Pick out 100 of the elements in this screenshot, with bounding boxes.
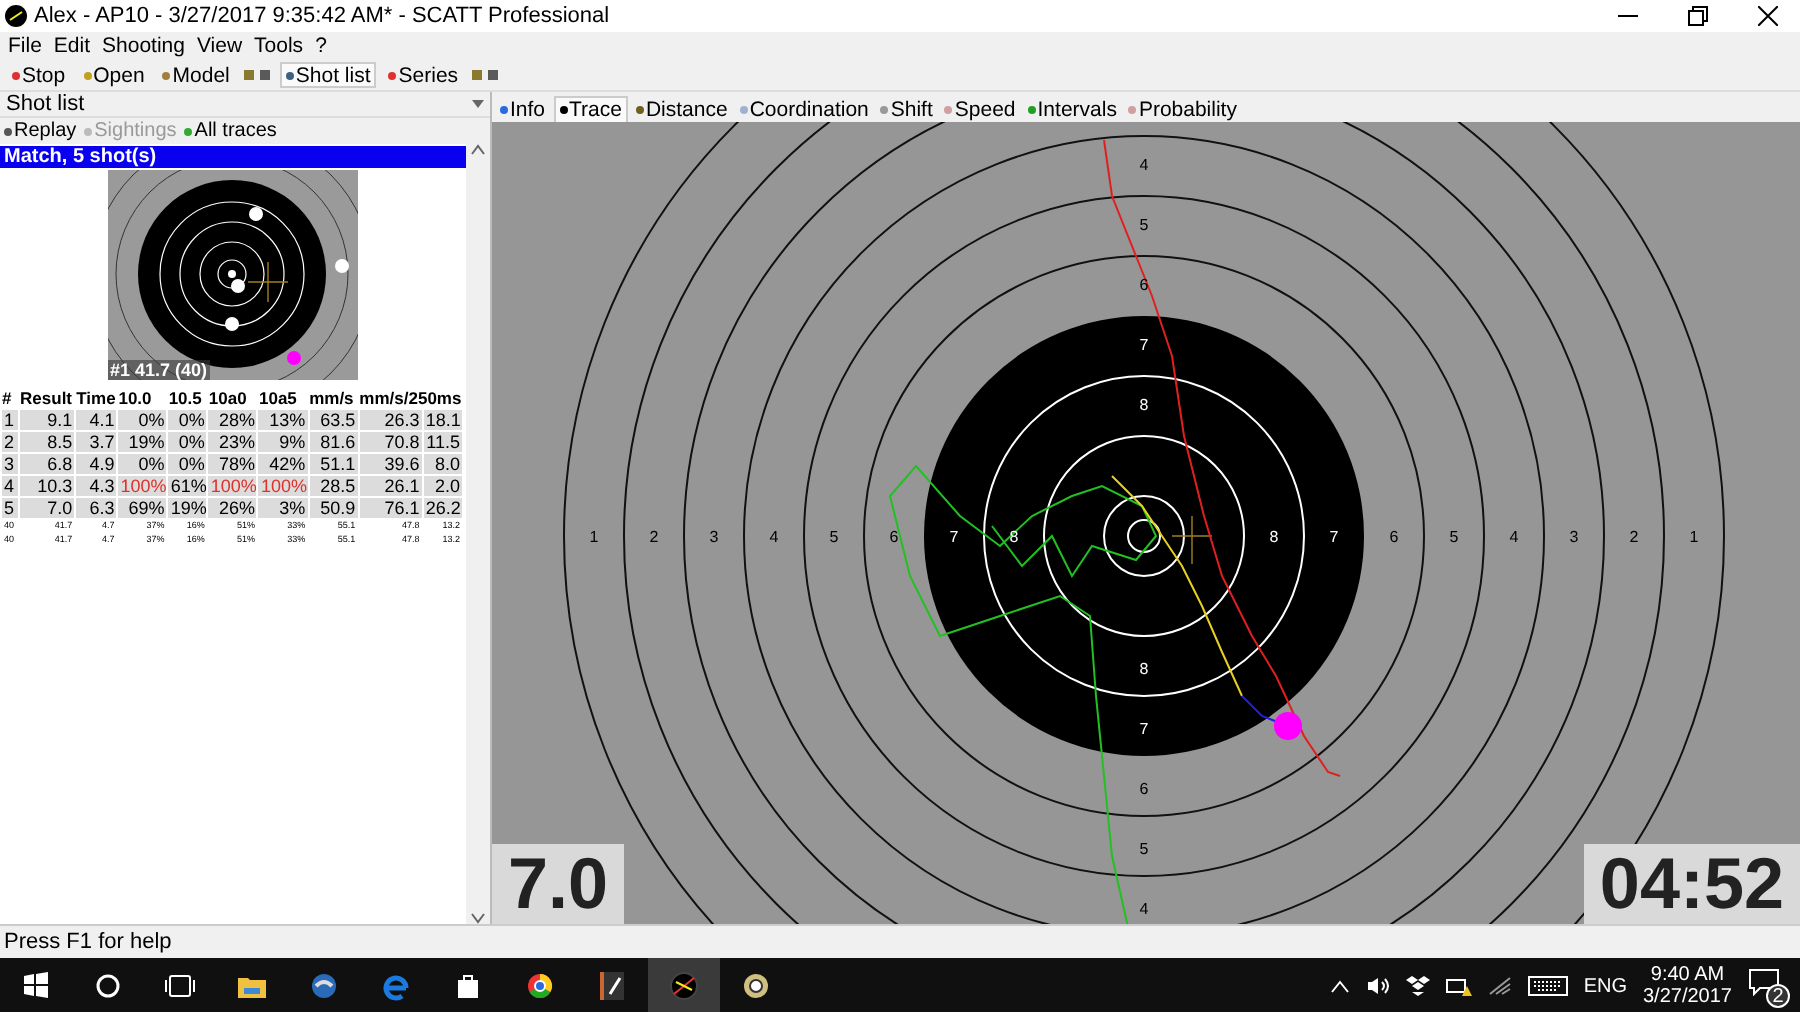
menu-item[interactable]: Shooting (102, 34, 185, 58)
table-cell: 100% (208, 476, 257, 496)
tab-dot-icon (500, 105, 508, 113)
action-dot-icon (4, 127, 12, 135)
ring-number: 1 (589, 528, 599, 546)
score-display: 7.0 (492, 844, 625, 924)
table-cell: 26.1 (359, 476, 422, 496)
table-cell: 63.5 (309, 410, 358, 430)
toolbar-button[interactable]: Shot list (279, 62, 377, 88)
table-cell: 50.9 (309, 498, 358, 518)
ring-number: 7 (1139, 336, 1149, 354)
table-cell: 9.1 (20, 410, 75, 430)
column-header: mm/s (309, 388, 354, 408)
ring-number: 4 (769, 528, 779, 546)
ring-number: 4 (1509, 528, 1519, 546)
table-cell: 10.3 (20, 476, 75, 496)
view-tab[interactable]: Distance (631, 96, 732, 122)
table-cell: 3 (2, 454, 19, 474)
table-cell: 4.3 (76, 476, 117, 496)
ring-number: 5 (1449, 528, 1459, 546)
clock-time[interactable]: 9:40 AM (1650, 964, 1725, 986)
view-tab[interactable]: Info (496, 96, 550, 122)
scroll-up-icon[interactable] (470, 144, 486, 156)
speaker-icon[interactable] (1365, 976, 1390, 996)
table-cell: 19% (118, 432, 167, 452)
toolbar-dot-icon (162, 71, 171, 79)
menu-item[interactable]: Tools (254, 34, 304, 58)
menu-item[interactable]: File (8, 34, 42, 58)
table-cell: 18.1 (423, 410, 462, 430)
ring-number: 6 (1139, 276, 1149, 294)
ring-number: 6 (889, 528, 899, 546)
task-view-icon[interactable] (164, 970, 196, 1002)
notification-count: 2 (1766, 984, 1790, 1008)
ring-number: 7 (949, 528, 959, 546)
close-button[interactable] (1758, 6, 1778, 26)
toolbar-dot-icon (83, 71, 92, 79)
shot-list-action[interactable]: All traces (184, 120, 277, 142)
window-title: Alex - AP10 - 3/27/2017 9:35:42 AM* - SCATT Professional (34, 4, 612, 28)
menu-item[interactable]: ? (315, 34, 327, 58)
ring-number: 1 (1689, 528, 1699, 546)
toolbar-button[interactable]: Open (77, 62, 151, 88)
column-header: 10a5 (258, 388, 297, 408)
toolbar-icons[interactable] (470, 67, 503, 83)
view-tab[interactable]: Coordination (735, 96, 873, 122)
view-tab[interactable]: Probability (1124, 96, 1241, 122)
table-cell: 8.0 (423, 454, 462, 474)
wifi-icon[interactable] (1487, 976, 1512, 996)
view-tab[interactable]: Shift (876, 96, 937, 122)
menu-item[interactable]: View (196, 34, 243, 58)
table-cell: 26.2 (423, 498, 462, 518)
view-tab[interactable]: Speed (940, 96, 1020, 122)
tab-dot-icon (739, 105, 748, 113)
chevron-up-icon[interactable] (1329, 978, 1350, 994)
crosshair-icon (1171, 515, 1213, 565)
dropdown-arrow-icon[interactable] (472, 100, 484, 108)
table-cell: 61% (168, 476, 207, 496)
table-cell: 78% (208, 454, 257, 474)
ring-number: 8 (1269, 528, 1279, 546)
group-row[interactable]: Match, 5 shot(s) (0, 146, 466, 168)
store-bag-icon[interactable] (452, 970, 484, 1002)
view-tab[interactable]: Intervals (1023, 96, 1121, 122)
view-tab[interactable]: Trace (553, 96, 628, 122)
start-icon[interactable] (20, 970, 52, 1002)
column-header: 10a0 (208, 388, 247, 408)
menu-item[interactable]: Edit (53, 34, 91, 58)
table-cell: 4.9 (76, 454, 117, 474)
search-icon[interactable] (92, 970, 124, 1002)
ring-number: 2 (1629, 528, 1639, 546)
ring-number: 4 (1139, 156, 1149, 174)
table-cell: 23% (208, 432, 257, 452)
table-cell: 6.3 (76, 498, 117, 518)
table-cell: 28% (208, 410, 257, 430)
table-cell: 6.8 (20, 454, 75, 474)
language-indicator[interactable]: ENG (1583, 975, 1627, 997)
keyboard-icon[interactable] (1527, 976, 1568, 996)
pen-app-icon[interactable] (596, 970, 628, 1002)
table-cell: 39.6 (359, 454, 422, 474)
battery-warning-icon[interactable] (1445, 976, 1472, 996)
toolbar-button[interactable]: Model (156, 62, 236, 88)
scroll-down-icon[interactable] (470, 912, 486, 924)
shot-marker (1274, 712, 1302, 740)
browser-e-icon[interactable] (380, 970, 412, 1002)
box-icon[interactable] (1405, 976, 1430, 996)
table-cell: 100% (118, 476, 167, 496)
toolbar-button[interactable]: Series (382, 62, 465, 88)
column-header: Result (20, 388, 73, 408)
table-cell: 2 (2, 432, 19, 452)
restore-button[interactable] (1688, 6, 1708, 26)
toolbar-button[interactable]: Stop (6, 62, 72, 88)
table-cell: 100% (258, 476, 308, 496)
ring-number: 2 (649, 528, 659, 546)
chrome-icon[interactable] (524, 970, 556, 1002)
timer-display: 04:52 (1583, 844, 1800, 924)
table-cell: 4 (2, 476, 19, 496)
clock-date[interactable]: 3/27/2017 (1643, 986, 1732, 1008)
ring-number: 8 (1139, 660, 1149, 678)
shot-list-action[interactable]: Replay (4, 120, 77, 142)
status-text: Press F1 for help (4, 930, 172, 954)
ring-number: 6 (1139, 780, 1149, 798)
toolbar-icons[interactable] (241, 67, 274, 83)
